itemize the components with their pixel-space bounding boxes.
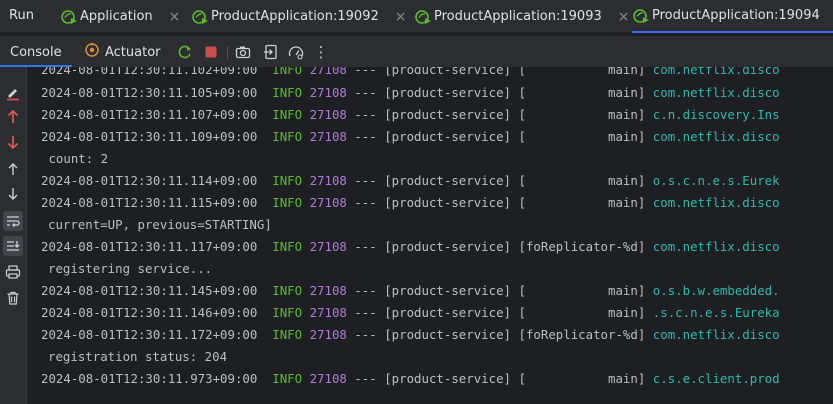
log-line: 2024-08-01T12:30:11.146+09:00 INFO 27108… bbox=[41, 305, 780, 320]
soft-wrap-icon[interactable] bbox=[3, 211, 23, 231]
print-icon[interactable] bbox=[5, 264, 21, 280]
run-tool-window-header: Run Application × ProductApplication:190… bbox=[0, 0, 833, 33]
console-output[interactable]: 2024-08-01T12:30:11.102+09:00 INFO 27108… bbox=[28, 67, 833, 404]
log-line: 2024-08-01T12:30:11.102+09:00 INFO 27108… bbox=[41, 67, 780, 77]
spring-run-icon bbox=[632, 8, 650, 24]
close-icon[interactable]: × bbox=[395, 9, 407, 25]
log-line: 2024-08-01T12:30:11.172+09:00 INFO 27108… bbox=[41, 327, 780, 342]
log-line: 2024-08-01T12:30:11.114+09:00 INFO 27108… bbox=[41, 173, 780, 188]
close-icon[interactable]: × bbox=[169, 9, 181, 25]
spring-run-icon bbox=[60, 9, 78, 25]
console-toolbar: Console Actuator ⋮ bbox=[0, 36, 833, 67]
run-tab-productapplication-19092[interactable]: ProductApplication:19092 × bbox=[191, 0, 406, 33]
console-gutter-toolbar bbox=[0, 67, 27, 404]
run-tab-application[interactable]: Application × bbox=[60, 0, 180, 33]
log-line: 2024-08-01T12:30:11.145+09:00 INFO 27108… bbox=[41, 283, 780, 298]
log-line: 2024-08-01T12:30:11.115+09:00 INFO 27108… bbox=[41, 195, 780, 210]
down-arrow-icon[interactable] bbox=[5, 134, 21, 150]
stop-icon[interactable] bbox=[203, 44, 219, 60]
run-tab-label: ProductApplication:19094 bbox=[652, 8, 820, 23]
run-tab-label: Application bbox=[80, 9, 153, 24]
run-panel-title: Run bbox=[9, 8, 34, 23]
log-line: 2024-08-01T12:30:11.109+09:00 INFO 27108… bbox=[41, 129, 780, 144]
run-tab-label: ProductApplication:19092 bbox=[211, 9, 379, 24]
rerun-icon[interactable] bbox=[177, 44, 193, 60]
scroll-down-icon[interactable] bbox=[5, 186, 21, 202]
actuator-label: Actuator bbox=[105, 44, 161, 60]
import-icon[interactable] bbox=[263, 44, 279, 60]
log-continuation-line: registering service... bbox=[48, 261, 213, 276]
clear-highlight-icon[interactable] bbox=[5, 85, 21, 101]
spring-run-icon bbox=[414, 9, 432, 25]
dashboard-icon[interactable] bbox=[288, 44, 304, 60]
log-line: 2024-08-01T12:30:11.105+09:00 INFO 27108… bbox=[41, 85, 780, 100]
camera-icon[interactable] bbox=[235, 44, 251, 60]
run-tab-productapplication-19093[interactable]: ProductApplication:19093 × bbox=[414, 0, 629, 33]
actuator-icon bbox=[84, 42, 100, 62]
log-line: 2024-08-01T12:30:11.117+09:00 INFO 27108… bbox=[41, 239, 780, 254]
log-line: 2024-08-01T12:30:11.973+09:00 INFO 27108… bbox=[41, 371, 780, 386]
log-line: 2024-08-01T12:30:11.107+09:00 INFO 27108… bbox=[41, 107, 780, 122]
log-continuation-line: current=UP, previous=STARTING] bbox=[48, 217, 272, 232]
trash-icon[interactable] bbox=[5, 290, 21, 306]
more-options-icon[interactable]: ⋮ bbox=[313, 43, 329, 61]
run-tab-productapplication-19094[interactable]: ProductApplication:19094 bbox=[632, 0, 833, 33]
scroll-up-icon[interactable] bbox=[5, 161, 21, 177]
scroll-to-end-icon[interactable] bbox=[3, 236, 23, 256]
spring-run-icon bbox=[191, 9, 209, 25]
tab-console[interactable]: Console bbox=[10, 45, 62, 60]
log-continuation-line: count: 2 bbox=[41, 151, 109, 166]
up-arrow-icon[interactable] bbox=[5, 109, 21, 125]
log-continuation-line: registration status: 204 bbox=[48, 349, 228, 364]
close-icon[interactable]: × bbox=[618, 9, 630, 25]
toolbar-divider bbox=[227, 46, 228, 60]
run-tab-label: ProductApplication:19093 bbox=[434, 9, 602, 24]
tab-actuator[interactable]: Actuator bbox=[84, 42, 161, 62]
